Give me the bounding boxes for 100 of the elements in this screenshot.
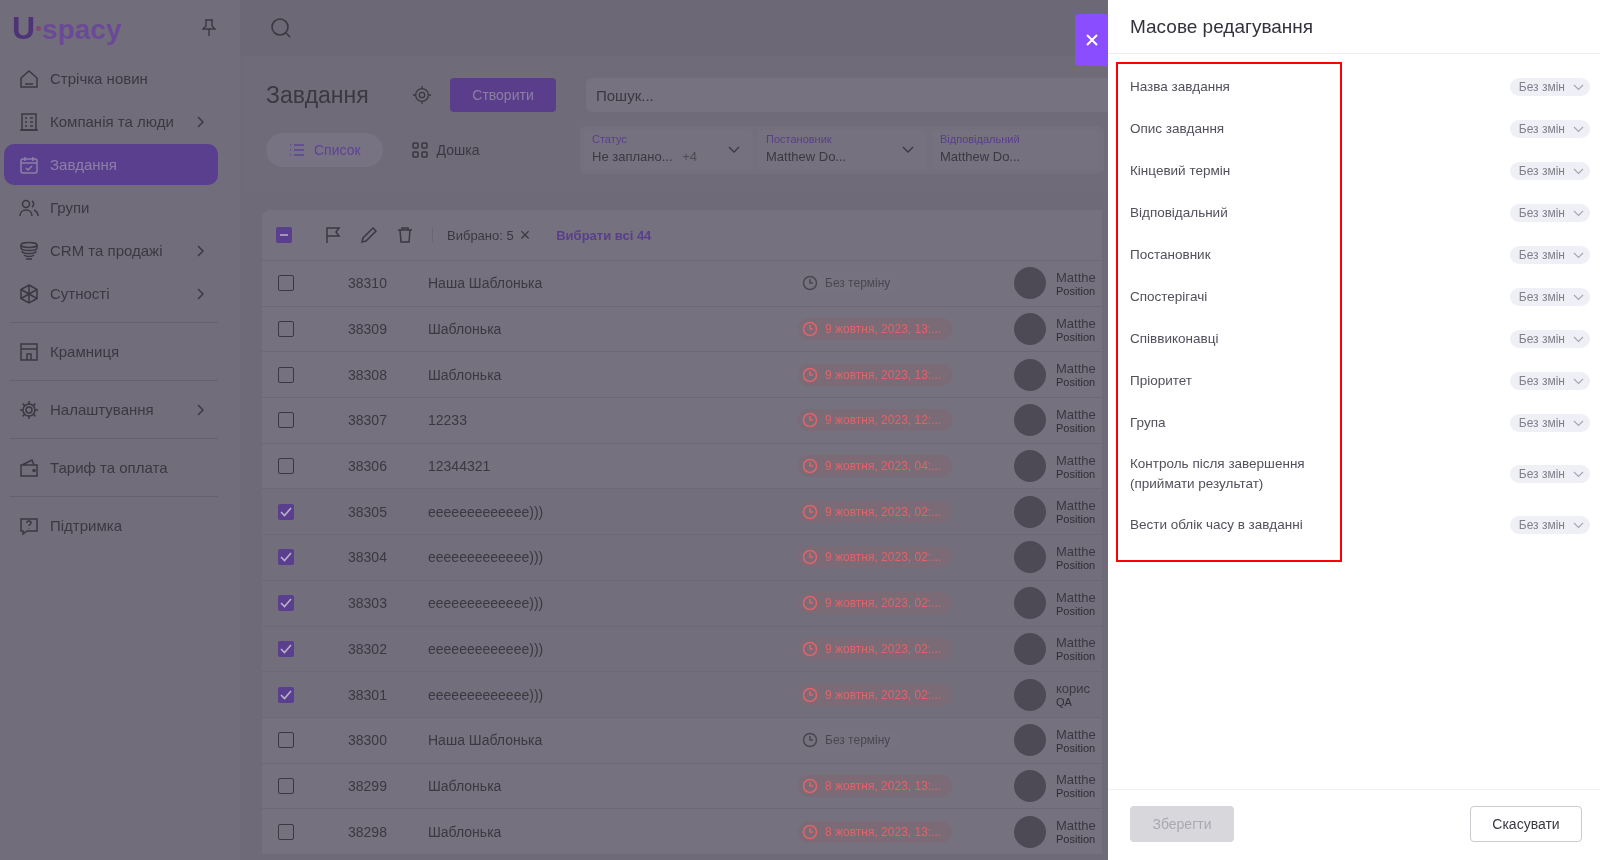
avatar [1014,815,1046,848]
row-checkbox[interactable] [278,823,294,840]
value-dropdown[interactable]: Без змін [1509,78,1590,96]
person-name: Matthe [1056,406,1097,422]
person-name: Matthe [1056,589,1097,605]
sidebar-item[interactable]: CRM та продажі [4,230,218,271]
sidebar-item[interactable]: Компанія та люди [4,101,218,142]
row-checkbox[interactable] [278,275,294,292]
avatar [1014,541,1046,574]
deadline-badge: 9 жовтня, 2023, 02:... [798,500,952,523]
value-dropdown[interactable]: Без змін [1509,414,1590,432]
cancel-button[interactable]: Скасувати [1470,806,1582,842]
avatar [1014,587,1046,620]
pin-icon[interactable] [202,19,216,37]
sidebar-item[interactable]: Сутності [4,273,218,314]
person-name: Matthe [1056,498,1097,514]
sidebar-item[interactable]: Налаштування [4,389,218,430]
person-position: Position [1056,421,1097,434]
clock-icon [802,732,818,749]
task-name[interactable]: Шаблонька [428,321,798,338]
row-checkbox[interactable] [278,458,294,475]
task-name[interactable]: eeeeeeeeeeeee))) [428,595,798,612]
avatar [1014,724,1046,757]
flag-icon[interactable] [324,226,342,244]
field-label: Спостерігачі [1130,288,1209,306]
task-name[interactable]: Шаблонька [428,777,798,794]
trash-icon[interactable] [396,226,414,244]
person-name: Matthe [1056,726,1097,742]
sidebar-item[interactable]: Крамниця [4,331,218,372]
task-name[interactable]: eeeeeeeeeeeee))) [428,549,798,566]
value-dropdown[interactable]: Без змін [1509,246,1590,264]
list-icon [288,141,306,159]
task-name[interactable]: Шаблонька [428,366,798,383]
header-checkbox[interactable] [276,227,292,243]
chevron-down-icon [1573,125,1584,133]
sidebar-item[interactable]: Тариф та оплата [4,447,218,488]
coins-icon [18,239,40,262]
pencil-icon[interactable] [360,226,378,244]
sidebar-item[interactable]: Групи [4,187,218,228]
value-dropdown[interactable]: Без змін [1509,204,1590,222]
deadline-badge: 9 жовтня, 2023, 02:... [798,546,952,569]
row-checkbox[interactable] [278,549,294,566]
person-name: Matthe [1056,315,1097,331]
chevron-down-icon [1573,83,1584,91]
field-label: Кінцевий термін [1130,162,1232,180]
panel-title: Масове редагування [1108,0,1600,54]
settings-icon[interactable] [412,85,432,105]
clock-icon [802,412,818,429]
value-dropdown[interactable]: Без змін [1509,516,1590,534]
task-name[interactable]: Шаблонька [428,823,798,840]
task-name[interactable]: Наша Шаблонька [428,732,798,749]
close-button[interactable] [1075,14,1108,66]
task-name[interactable]: eeeeeeeeeeeee))) [428,686,798,703]
search-icon[interactable] [270,17,292,39]
person-position: Position [1056,558,1097,571]
value-dropdown[interactable]: Без змін [1509,288,1590,306]
deadline-badge: 9 жовтня, 2023, 02:... [798,637,952,660]
person-position: Position [1056,787,1097,800]
value-dropdown[interactable]: Без змін [1509,120,1590,138]
value-dropdown[interactable]: Без змін [1509,330,1590,348]
task-id: 38305 [348,503,388,520]
field-label: Відповідальний [1130,204,1229,222]
chevron-down-icon [728,146,740,154]
deadline-badge: 9 жовтня, 2023, 12:... [798,409,952,432]
chevron-down-icon [1573,293,1584,301]
task-name[interactable]: 12233 [428,412,798,429]
value-dropdown[interactable]: Без змін [1509,465,1590,483]
person-position: Position [1056,741,1097,754]
avatar [1014,632,1046,665]
value-dropdown[interactable]: Без змін [1509,372,1590,390]
task-id: 38309 [348,321,388,338]
clock-icon [802,595,818,612]
row-checkbox[interactable] [278,595,294,612]
create-button[interactable]: Створити [450,78,556,112]
clock-icon [802,777,818,794]
sidebar-item[interactable]: Підтримка [4,505,218,546]
deadline-badge: 9 жовтня, 2023, 02:... [798,592,952,615]
row-checkbox[interactable] [278,777,294,794]
clear-selection-button[interactable]: × [519,224,531,246]
row-checkbox[interactable] [278,321,294,338]
deadline-badge: 8 жовтня, 2023, 13:... [798,820,952,843]
task-name[interactable]: 12344321 [428,458,798,475]
task-id: 38304 [348,549,388,566]
task-name[interactable]: Наша Шаблонька [428,275,798,292]
row-checkbox[interactable] [278,503,294,520]
task-name[interactable]: eeeeeeeeeeeee))) [428,640,798,657]
row-checkbox[interactable] [278,366,294,383]
row-checkbox[interactable] [278,732,294,749]
home-icon [18,67,40,90]
field-label: Пріоритет [1130,372,1194,390]
chevron-down-icon [1573,335,1584,343]
row-checkbox[interactable] [278,686,294,703]
sidebar-item[interactable]: Завдання [4,144,218,185]
value-dropdown[interactable]: Без змін [1509,162,1590,180]
row-checkbox[interactable] [278,412,294,429]
sidebar-item[interactable]: Стрічка новин [4,58,218,99]
task-name[interactable]: eeeeeeeeeeeee))) [428,503,798,520]
avatar [1014,404,1046,437]
row-checkbox[interactable] [278,640,294,657]
chevron-down-icon [1573,251,1584,259]
